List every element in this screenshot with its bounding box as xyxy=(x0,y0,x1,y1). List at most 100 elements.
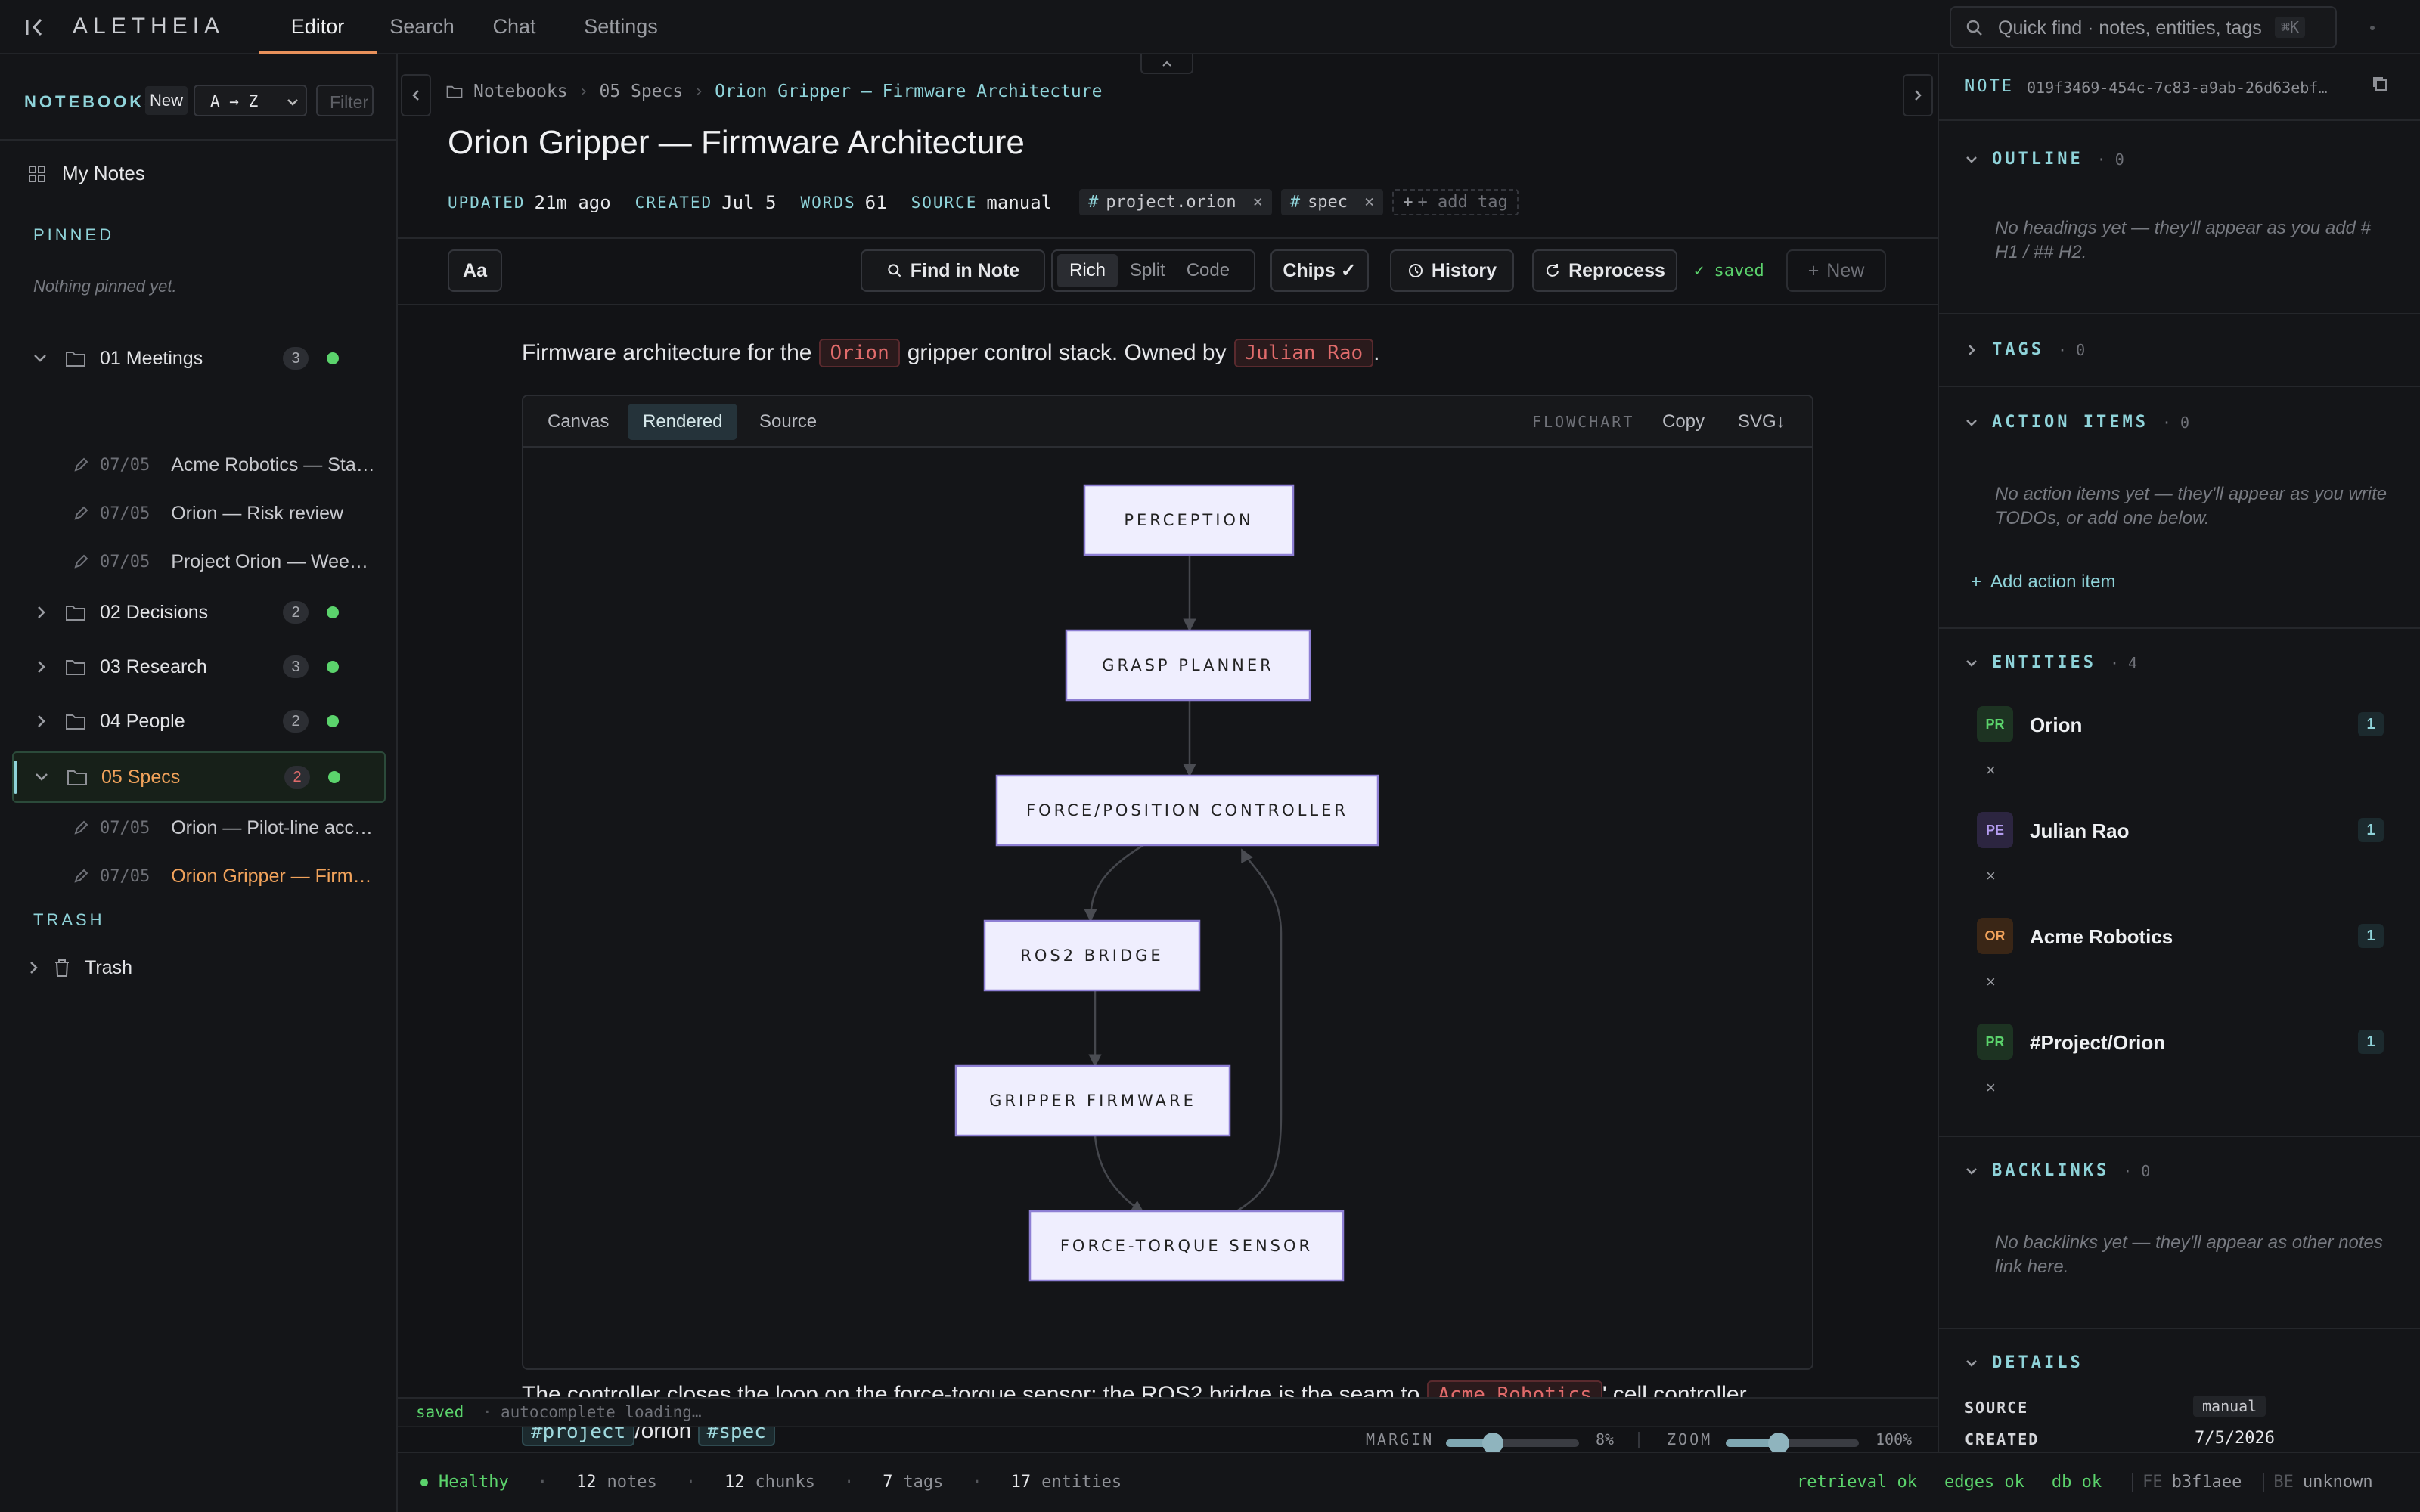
entity-chip-julian-rao[interactable]: Julian Rao xyxy=(1233,339,1374,367)
add-tag-button[interactable]: + + add tag xyxy=(1392,189,1519,215)
editor-saved: saved xyxy=(416,1403,464,1421)
breadcrumb-folder[interactable]: 05 Specs xyxy=(599,82,683,101)
zoom-label: ZOOM xyxy=(1667,1430,1713,1448)
mode-code[interactable]: Code xyxy=(1177,254,1239,287)
flowchart: PERCEPTION GRASP PLANNER FORCE/POSITION … xyxy=(954,484,1379,1282)
reprocess-button[interactable]: Reprocess xyxy=(1532,249,1677,292)
folder-04-people[interactable]: 04 People 2 xyxy=(12,697,386,745)
tab-chat[interactable]: Chat xyxy=(478,0,551,54)
collapse-top-button[interactable] xyxy=(1140,54,1193,74)
sort-select[interactable]: A → Z xyxy=(194,85,307,116)
remove-entity-icon[interactable]: × xyxy=(1986,866,1996,886)
trash-item[interactable]: Trash xyxy=(12,943,386,992)
tab-editor[interactable]: Editor xyxy=(259,0,377,54)
mode-rich[interactable]: Rich xyxy=(1057,254,1118,287)
folder-03-research[interactable]: 03 Research 3 xyxy=(12,643,386,691)
note-item[interactable]: 07/05 Orion — Risk review xyxy=(73,490,343,537)
font-button[interactable]: Aa xyxy=(448,249,502,292)
entity-type-badge: PR xyxy=(1977,706,2013,742)
diagram-copy-button[interactable]: Copy xyxy=(1662,411,1705,432)
history-button[interactable]: History xyxy=(1390,249,1514,292)
close-icon[interactable]: × xyxy=(1364,193,1374,212)
zoom-slider[interactable] xyxy=(1726,1433,1859,1454)
note-item-active[interactable]: 07/05 Orion Gripper — Firm… xyxy=(73,853,372,900)
note-title[interactable]: Orion Gripper — Firmware Architecture xyxy=(448,124,1025,162)
folder-05-specs[interactable]: 05 Specs 2 xyxy=(12,751,386,803)
note-title: Acme Robotics — Sta… xyxy=(171,454,375,476)
quick-find-input[interactable]: Quick find · notes, entities, tags ⌘K xyxy=(1950,6,2337,48)
remove-entity-icon[interactable]: × xyxy=(1986,1078,1996,1098)
my-notes-item[interactable]: My Notes xyxy=(27,162,145,185)
collapse-sidebar-icon[interactable] xyxy=(23,15,47,39)
entity-item[interactable]: PR #Project/Orion 1 × xyxy=(1977,1024,2385,1129)
remove-entity-icon[interactable]: × xyxy=(1986,972,1996,992)
find-in-note-button[interactable]: Find in Note xyxy=(861,249,1045,292)
close-icon[interactable]: × xyxy=(1253,193,1263,212)
diagram-tab-rendered[interactable]: Rendered xyxy=(628,404,738,440)
folder-01-meetings[interactable]: 01 Meetings 3 xyxy=(12,334,386,383)
margin-slider[interactable] xyxy=(1446,1433,1579,1454)
diagram-card: Canvas Rendered Source FLOWCHART Copy SV… xyxy=(522,395,1813,1370)
entity-item[interactable]: PR Orion 1 × xyxy=(1977,706,2385,812)
chevron-right-icon xyxy=(1915,90,1922,101)
notebook-filter-input[interactable]: Filter xyxy=(316,85,374,116)
entity-name: Orion xyxy=(2030,714,2083,736)
new-notebook-button[interactable]: New xyxy=(145,86,188,115)
entities-section-header[interactable]: ENTITIES · 4 xyxy=(1965,653,2137,672)
diagram-tab-source[interactable]: Source xyxy=(759,411,817,432)
details-section-header[interactable]: DETAILS xyxy=(1965,1353,2083,1372)
body-paragraph[interactable]: Firmware architecture for the Orion grip… xyxy=(522,339,1380,367)
separator-dot: · xyxy=(843,1473,855,1492)
diagram-tab-canvas[interactable]: Canvas xyxy=(548,411,609,432)
entity-chip-orion[interactable]: Orion xyxy=(819,339,900,367)
note-item[interactable]: 07/05 Orion — Pilot-line acc… xyxy=(73,804,373,851)
note-title: Project Orion — Wee… xyxy=(171,550,368,572)
note-id[interactable]: 019f3469-454c-7c83-a9ab-26d63ebf… xyxy=(2027,79,2327,97)
backlinks-section-header[interactable]: BACKLINKS · 0 xyxy=(1965,1161,2150,1180)
folder-name: 02 Decisions xyxy=(100,601,209,623)
edges-status: edges ok xyxy=(1944,1473,2024,1492)
status-right: retrieval ok edges ok db ok FE b3f1aee B… xyxy=(1797,1473,2373,1492)
tab-settings[interactable]: Settings xyxy=(572,0,670,54)
outline-section-header[interactable]: OUTLINE · 0 xyxy=(1965,150,2124,169)
tags-section-header[interactable]: TAGS · 0 xyxy=(1965,340,2085,359)
db-status: db ok xyxy=(2051,1473,2102,1492)
folder-name: 01 Meetings xyxy=(100,347,203,369)
note-item[interactable]: 07/05 Acme Robotics — Sta… xyxy=(73,442,375,488)
panel-divider xyxy=(1939,313,2420,314)
status-dot xyxy=(328,771,340,783)
node-label: GRIPPER FIRMWARE xyxy=(989,1092,1196,1110)
action-items-section-header[interactable]: ACTION ITEMS · 0 xyxy=(1965,413,2189,432)
new-note-button[interactable]: + New xyxy=(1786,249,1886,292)
chips-toggle-button[interactable]: Chips ✓ xyxy=(1270,249,1369,292)
folder-02-decisions[interactable]: 02 Decisions 2 xyxy=(12,588,386,637)
chevron-right-icon xyxy=(12,959,42,976)
entity-item[interactable]: PE Julian Rao 1 × xyxy=(1977,812,2385,918)
entity-name: Acme Robotics xyxy=(2030,925,2173,948)
margin-slider-thumb[interactable] xyxy=(1481,1433,1503,1454)
tag-chip[interactable]: # spec × xyxy=(1280,189,1384,215)
entity-type-badge: PE xyxy=(1977,812,2013,848)
notebooks-sidebar: NOTEBOOKS New A → Z Filter My Notes PINN… xyxy=(0,54,398,1512)
collapse-right-button[interactable] xyxy=(1903,74,1933,116)
diagram-export-svg-button[interactable]: SVG↓ xyxy=(1738,411,1786,432)
mode-split[interactable]: Split xyxy=(1121,254,1174,287)
add-action-item-label: Add action item xyxy=(1990,572,2116,592)
entities-count: · 4 xyxy=(2109,653,2138,672)
top-bar: ALETHEIA Editor Search Chat Settings Qui… xyxy=(0,0,2420,54)
remove-entity-icon[interactable]: × xyxy=(1986,761,1996,780)
notes-label: notes xyxy=(607,1473,657,1492)
details-key: SOURCE xyxy=(1965,1399,2029,1417)
collapse-left-button[interactable] xyxy=(401,74,431,116)
tab-search[interactable]: Search xyxy=(381,0,463,54)
add-action-item-button[interactable]: + Add action item xyxy=(1971,572,2115,593)
entity-item[interactable]: OR Acme Robotics 1 × xyxy=(1977,918,2385,1024)
tag-chip[interactable]: # project.orion × xyxy=(1079,189,1272,215)
meta-key: WORDS xyxy=(800,193,856,212)
copy-icon[interactable] xyxy=(2370,74,2390,94)
note-item[interactable]: 07/05 Project Orion — Wee… xyxy=(73,538,368,585)
node-label: GRASP PLANNER xyxy=(1102,656,1274,674)
breadcrumb-root[interactable]: Notebooks xyxy=(473,82,568,101)
retrieval-status: retrieval ok xyxy=(1797,1473,1917,1492)
active-indicator xyxy=(14,761,17,794)
